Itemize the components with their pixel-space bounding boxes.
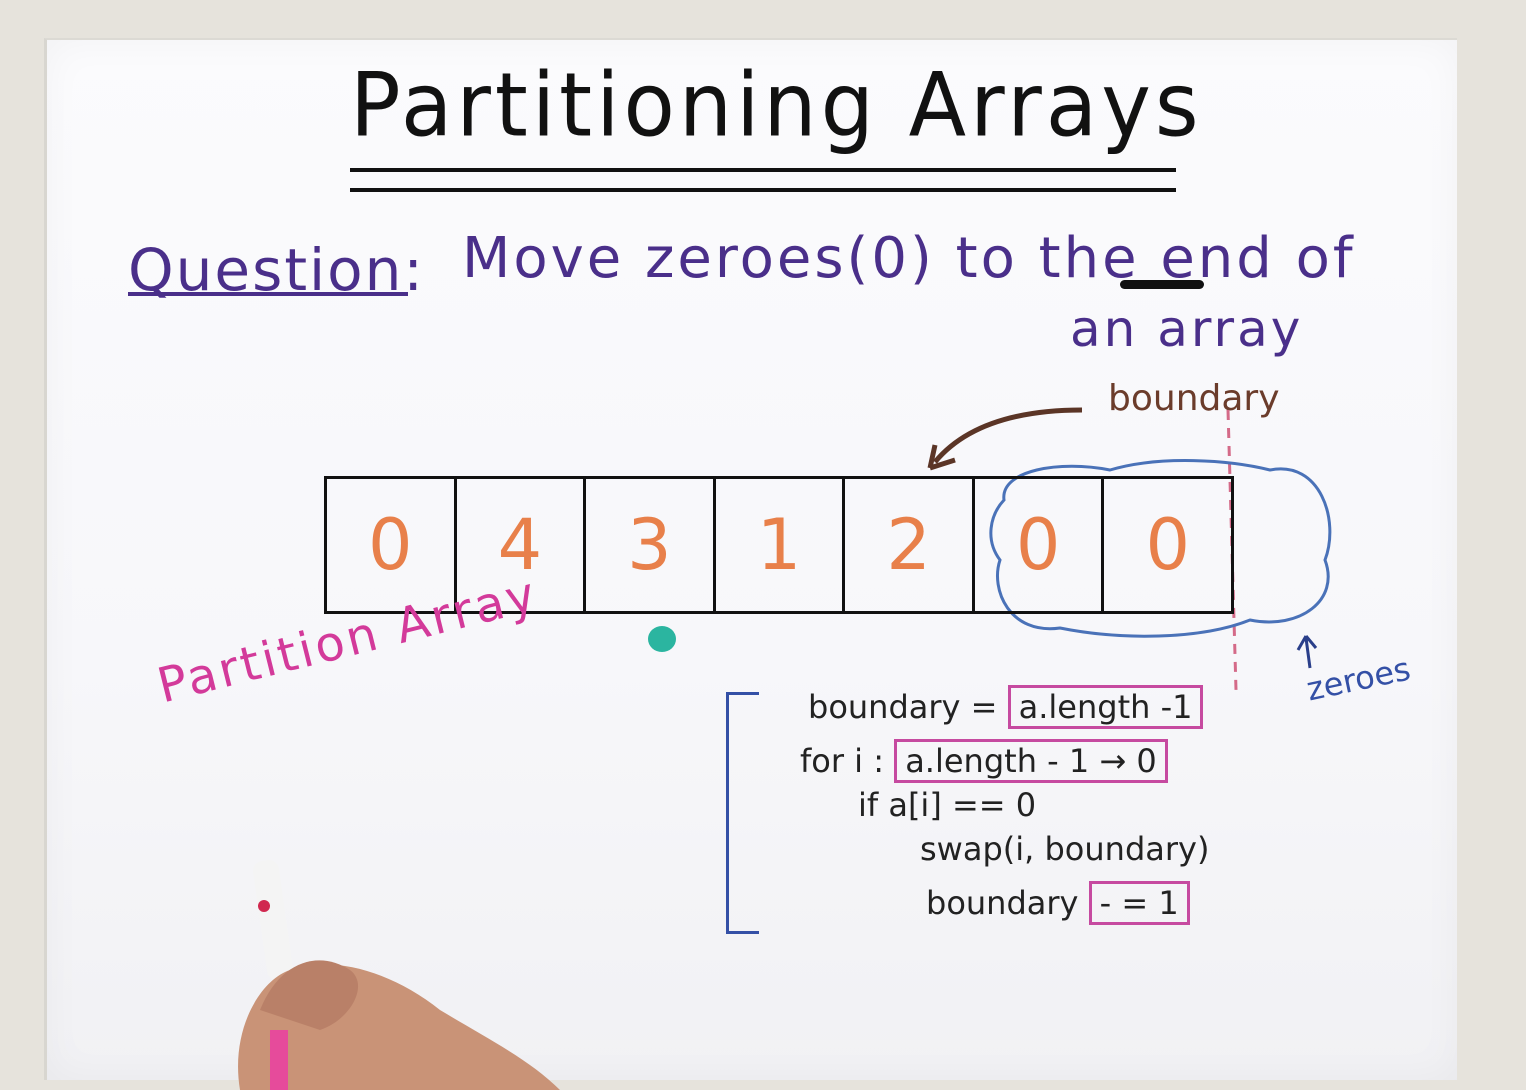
- array-cell: 0: [1145, 504, 1191, 586]
- array-cell: 2: [845, 479, 975, 611]
- code-text: for i :: [800, 742, 895, 780]
- zeroes-arrow: [1296, 635, 1318, 669]
- marker-body: [253, 860, 293, 980]
- array-cell: 1: [716, 479, 846, 611]
- marker-tip: [258, 900, 270, 912]
- code-highlight-box: a.length - 1 → 0: [894, 739, 1168, 783]
- code-line-2: for i : a.length - 1 → 0: [800, 739, 1168, 783]
- boundary-arrow: [933, 407, 1083, 464]
- code-text: boundary: [926, 884, 1089, 922]
- array-cell: 3: [586, 479, 716, 611]
- code-line-5: boundary - = 1: [926, 881, 1190, 925]
- marker-label: [270, 1030, 288, 1090]
- hand-with-marker-image: [238, 860, 560, 1090]
- code-bracket: [726, 692, 759, 934]
- array-cell: 0: [975, 479, 1105, 611]
- code-line-4: swap(i, boundary): [920, 830, 1210, 868]
- code-line-3: if a[i] == 0: [858, 786, 1037, 824]
- code-line-1: boundary = a.length -1: [808, 685, 1204, 729]
- index-marker-dot: [648, 626, 676, 652]
- code-highlight-box: a.length -1: [1007, 685, 1204, 729]
- code-highlight-box: - = 1: [1088, 881, 1190, 925]
- code-text: boundary =: [808, 688, 1008, 726]
